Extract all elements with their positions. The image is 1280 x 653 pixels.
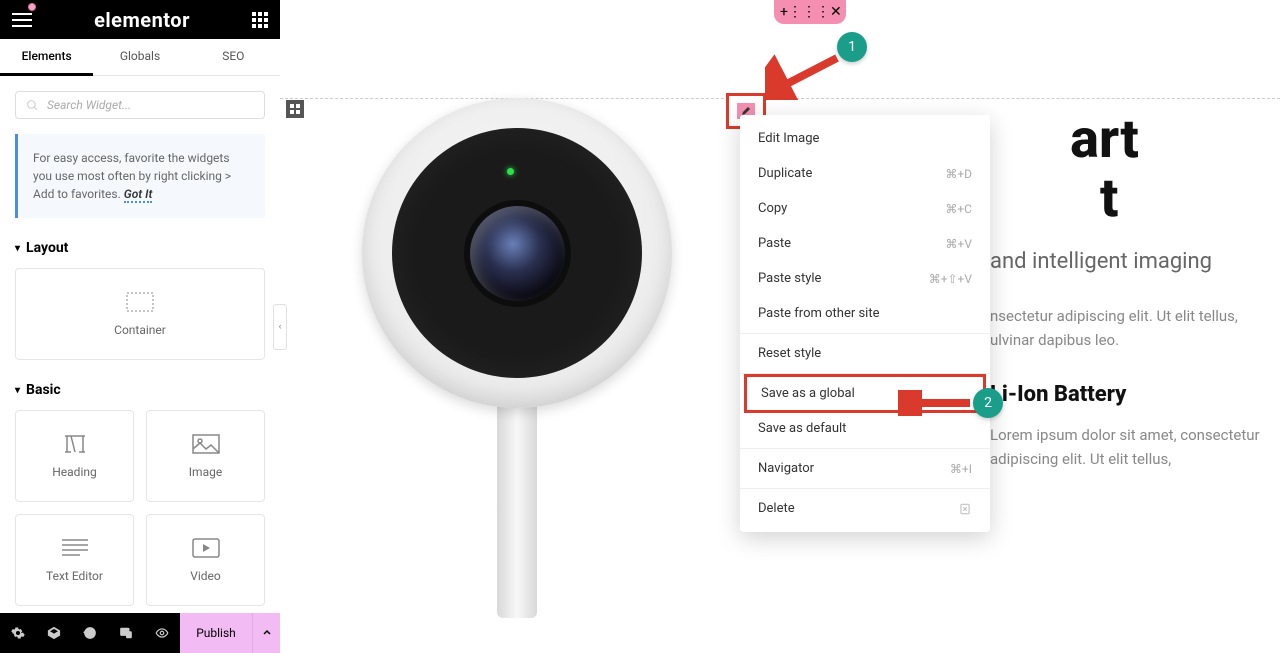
tip-gotit[interactable]: Got It — [124, 187, 153, 203]
ctx-copy[interactable]: Copy⌘+C — [740, 191, 990, 226]
text-editor-icon — [61, 537, 89, 559]
divider — [740, 333, 990, 334]
basic-grid: Heading Image Text Editor Video — [15, 410, 265, 606]
notification-dot — [28, 3, 36, 11]
search-icon — [26, 99, 39, 112]
section-toolbar: + ⋮⋮⋮ ✕ — [774, 0, 846, 24]
widget-text-editor[interactable]: Text Editor — [15, 514, 134, 606]
elementor-sidebar: elementor Elements Globals SEO For easy … — [0, 0, 280, 653]
sidebar-header: elementor — [0, 0, 280, 39]
search-wrap — [15, 91, 265, 119]
widget-container[interactable]: Container — [15, 268, 265, 360]
divider — [740, 488, 990, 489]
editor-canvas[interactable]: + ⋮⋮⋮ ✕ Smart Point and intelligent imag… — [280, 0, 1280, 653]
widget-label: Image — [189, 465, 222, 479]
ctx-reset-style[interactable]: Reset style — [740, 336, 990, 371]
widget-label: Container — [114, 323, 166, 337]
ctx-navigator[interactable]: Navigator⌘+I — [740, 451, 990, 486]
responsive-icon[interactable] — [108, 613, 144, 653]
subtitle: and intelligent imaging — [990, 249, 1260, 274]
ctx-paste-other[interactable]: Paste from other site — [740, 296, 990, 331]
sidebar-tabs: Elements Globals SEO — [0, 39, 280, 76]
widget-heading[interactable]: Heading — [15, 410, 134, 502]
settings-icon[interactable] — [0, 613, 36, 653]
paragraph: nsectetur adipiscing elit. Ut elit tellu… — [990, 304, 1260, 352]
add-section-icon[interactable]: + — [780, 5, 788, 19]
container-icon — [126, 291, 154, 313]
tab-elements[interactable]: Elements — [0, 39, 93, 76]
widget-label: Text Editor — [46, 569, 103, 583]
layout-grid: Container — [15, 268, 265, 360]
publish-options[interactable] — [252, 613, 280, 653]
section-basic-title[interactable]: Basic — [15, 382, 265, 398]
sidebar-footer: Publish — [0, 613, 280, 653]
sidebar-body: For easy access, favorite the widgets yo… — [0, 76, 280, 653]
menu-icon[interactable] — [12, 13, 32, 27]
divider — [740, 448, 990, 449]
preview-icon[interactable] — [144, 613, 180, 653]
content-column: Smart Point and intelligent imaging nsec… — [990, 110, 1260, 501]
product-image[interactable] — [332, 98, 702, 618]
delete-icon — [958, 502, 972, 516]
history-icon[interactable] — [72, 613, 108, 653]
feature-paragraph: Lorem ipsum dolor sit amet, consectetur … — [990, 423, 1260, 471]
context-menu: Edit Image Duplicate⌘+D Copy⌘+C Paste⌘+V… — [740, 115, 990, 532]
image-icon — [192, 433, 220, 455]
collapse-sidebar[interactable]: ‹ — [273, 304, 287, 350]
ctx-save-default[interactable]: Save as default — [740, 411, 990, 446]
column-handle-icon[interactable] — [286, 100, 304, 118]
close-section-icon[interactable]: ✕ — [830, 5, 842, 19]
section-layout-title[interactable]: Layout — [15, 240, 265, 256]
widget-video[interactable]: Video — [146, 514, 265, 606]
tip-box: For easy access, favorite the widgets yo… — [15, 134, 265, 218]
ctx-paste[interactable]: Paste⌘+V — [740, 226, 990, 261]
heading-icon — [61, 433, 89, 455]
logo: elementor — [94, 8, 190, 32]
ctx-delete[interactable]: Delete — [740, 491, 990, 526]
tab-globals[interactable]: Globals — [93, 39, 186, 75]
tab-seo[interactable]: SEO — [187, 39, 280, 75]
widget-label: Heading — [52, 465, 97, 479]
widget-label: Video — [190, 569, 221, 583]
feature-heading: Li-Ion Battery — [990, 382, 1260, 407]
search-input[interactable] — [47, 98, 254, 112]
annotation-2-bubble: 2 — [973, 388, 1003, 418]
apps-icon[interactable] — [252, 12, 268, 28]
drag-section-icon[interactable]: ⋮⋮⋮ — [788, 5, 830, 19]
page-title: Smart Point — [990, 110, 1260, 229]
widget-image[interactable]: Image — [146, 410, 265, 502]
ctx-edit-image[interactable]: Edit Image — [740, 121, 990, 156]
publish-button[interactable]: Publish — [180, 613, 252, 653]
annotation-1-arrow — [765, 50, 845, 100]
ctx-paste-style[interactable]: Paste style⌘+⇧+V — [740, 261, 990, 296]
annotation-2-arrow — [898, 390, 978, 416]
ctx-duplicate[interactable]: Duplicate⌘+D — [740, 156, 990, 191]
video-icon — [192, 537, 220, 559]
revisions-icon[interactable] — [36, 613, 72, 653]
annotation-1-bubble: 1 — [837, 32, 867, 62]
